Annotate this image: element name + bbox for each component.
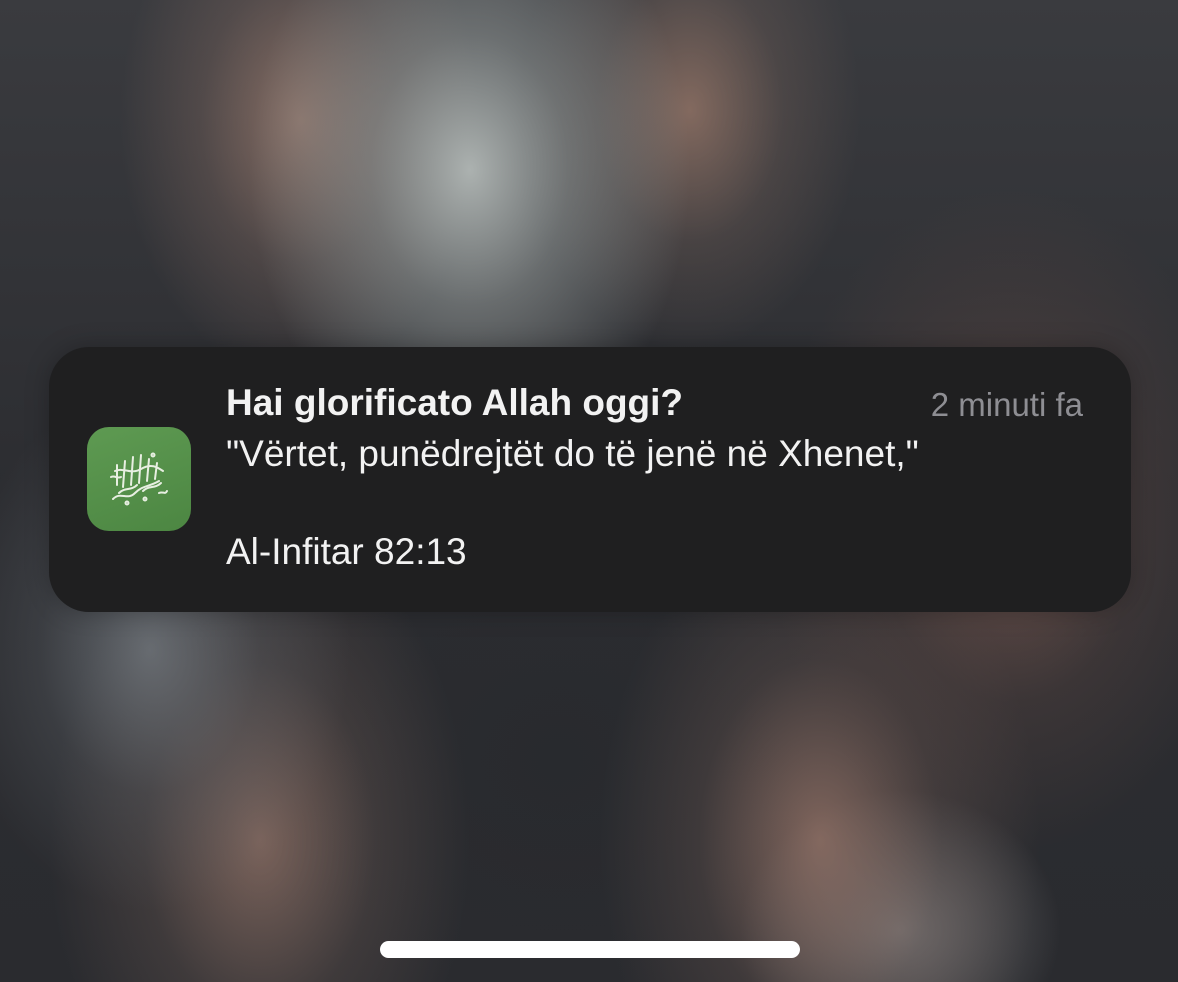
notification-title: Hai glorificato Allah oggi?	[226, 382, 684, 423]
notification-card[interactable]: Hai glorificato Allah oggi? 2 minuti fa …	[49, 347, 1131, 612]
calligraphy-icon	[110, 452, 168, 506]
quran-app-icon	[87, 427, 191, 531]
home-indicator[interactable]	[380, 941, 800, 958]
notification-body: "Vërtet, punëdrejtët do të jenë në Xhene…	[226, 433, 919, 474]
notification-timestamp: 2 minuti fa	[930, 386, 1083, 423]
verse-reference: Al-Infitar 82:13	[226, 531, 467, 572]
